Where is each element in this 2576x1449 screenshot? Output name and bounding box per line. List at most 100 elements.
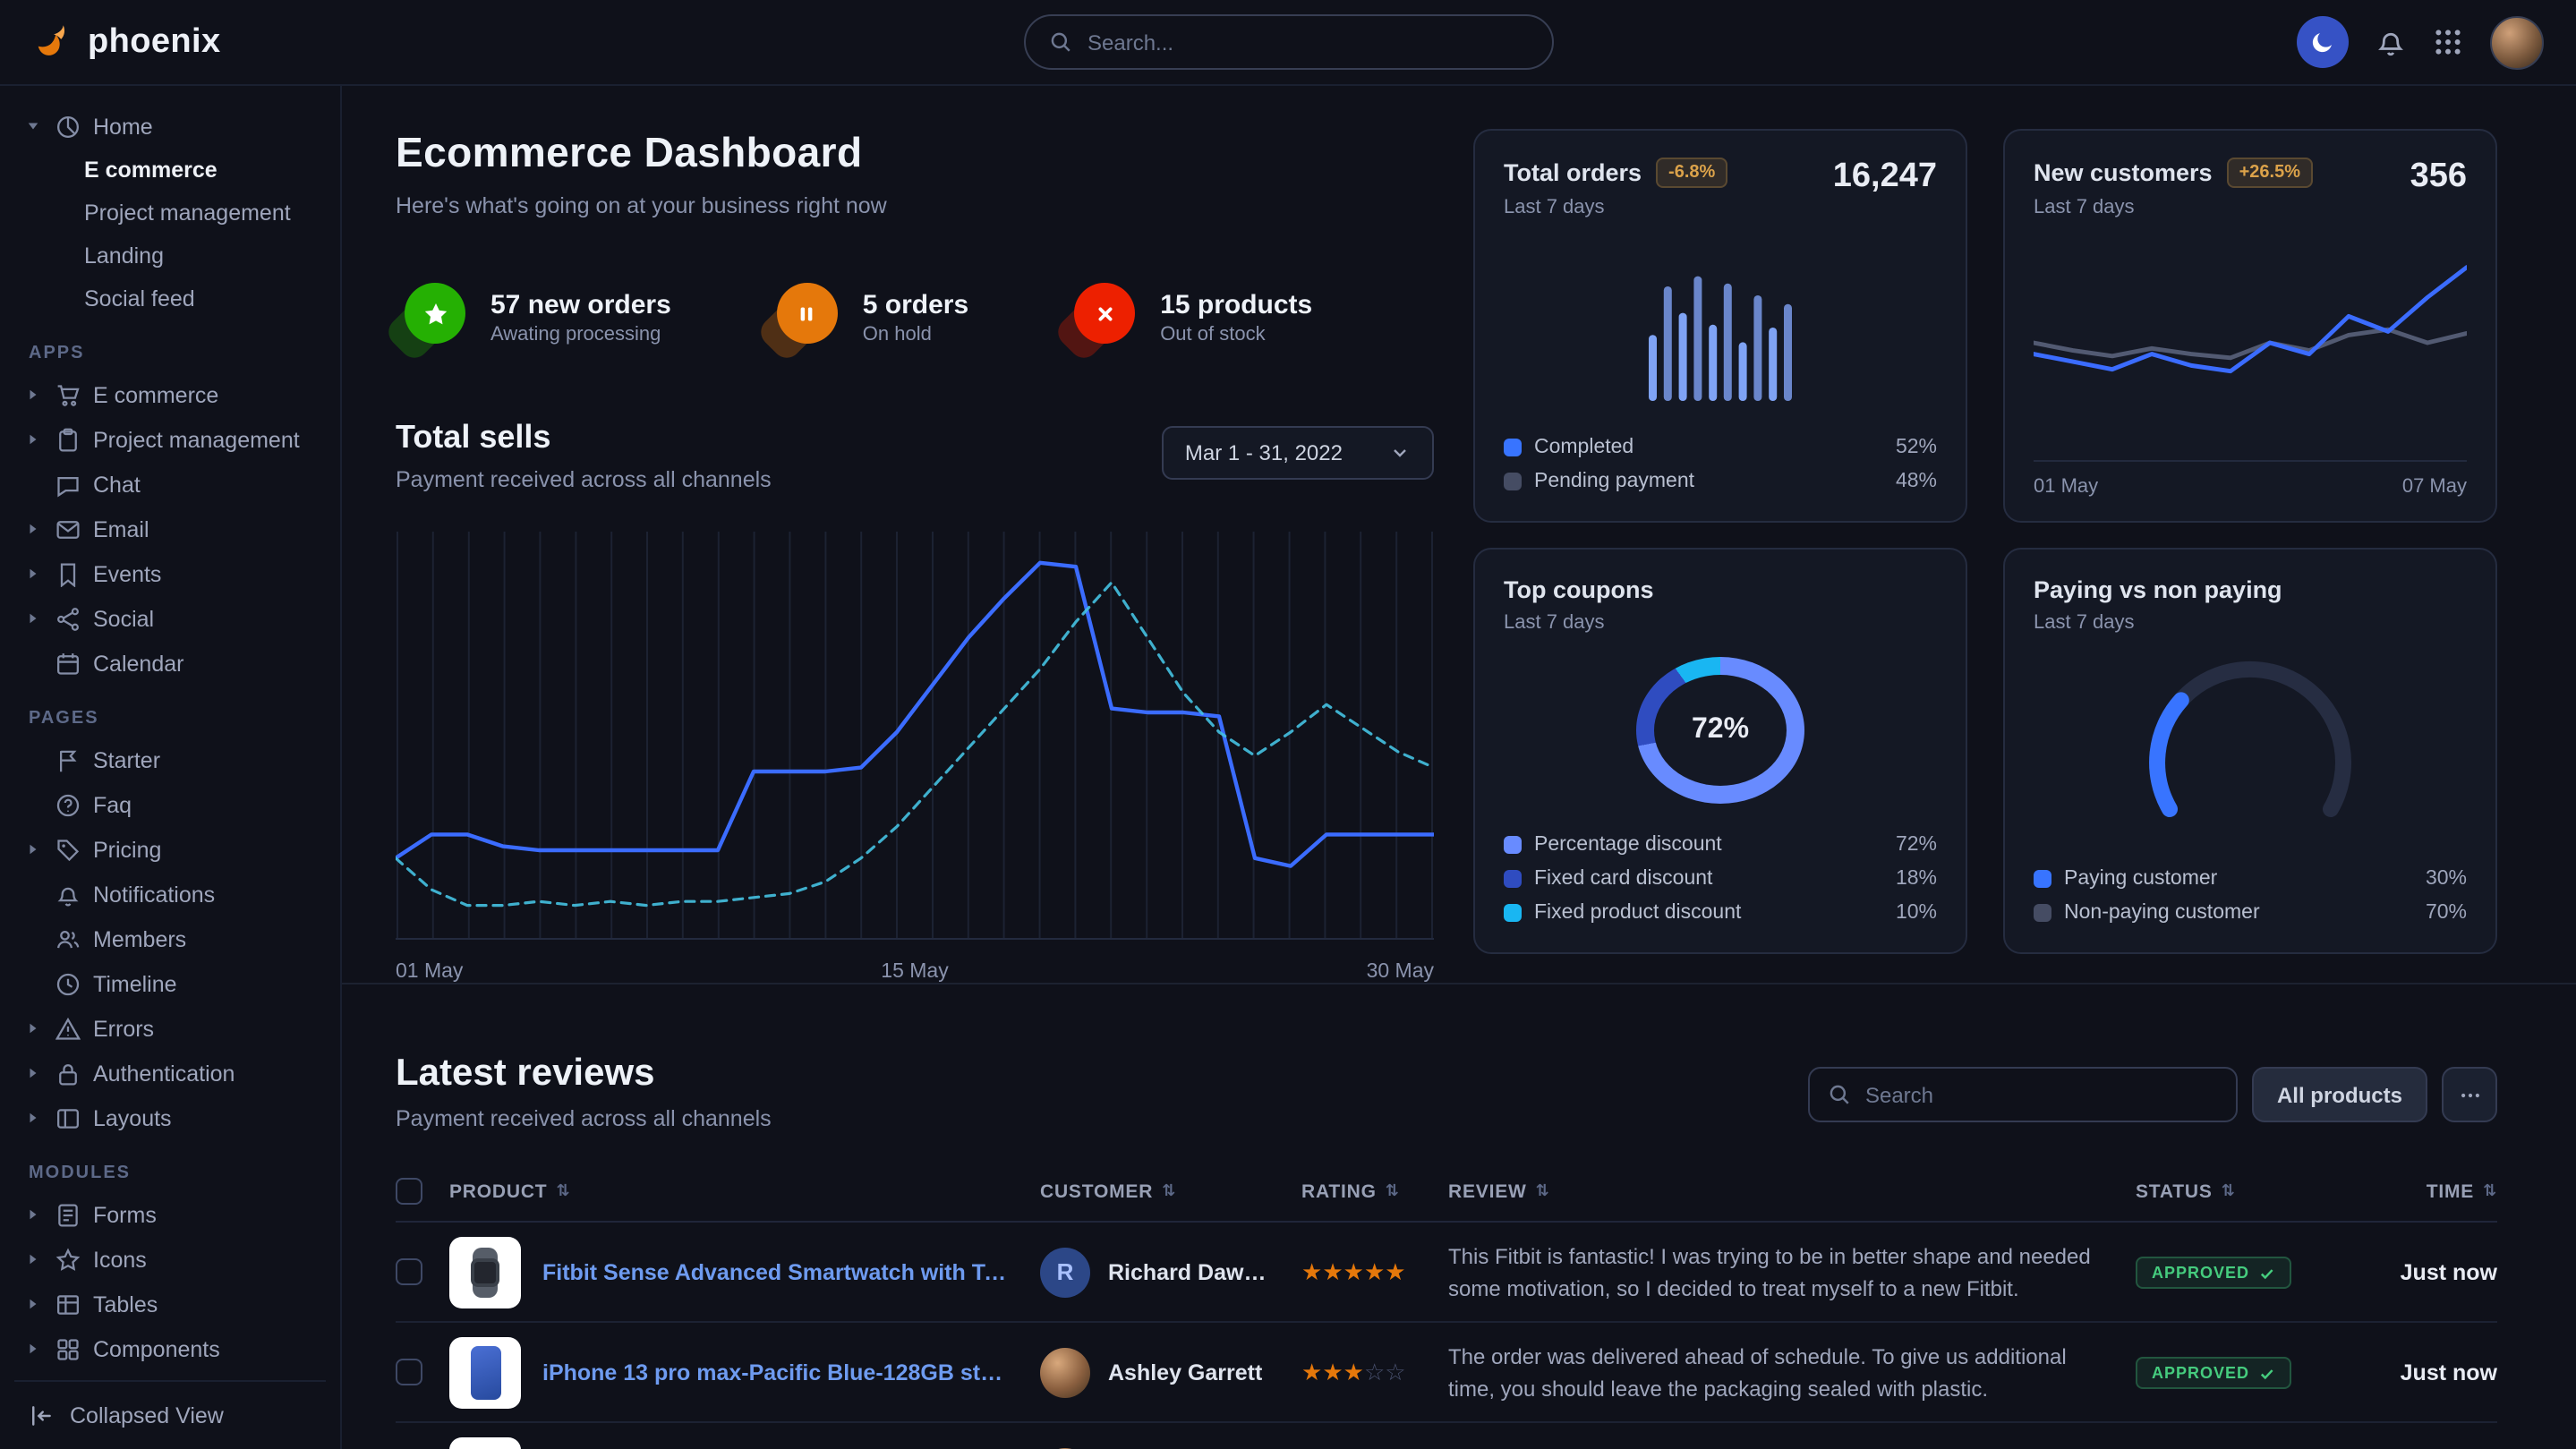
column-header-product[interactable]: PRODUCT⇅ xyxy=(449,1181,1040,1202)
sidebar-item-label: Members xyxy=(93,926,186,951)
notifications-bell-icon[interactable] xyxy=(2376,27,2406,57)
sidebar-item-label: Layouts xyxy=(93,1105,172,1130)
sidebar-item-calendar[interactable]: Calendar xyxy=(14,641,326,686)
sidebar-item-label: Tables xyxy=(93,1291,158,1317)
top-navbar: phoenix xyxy=(0,0,2576,86)
chevron-down-icon xyxy=(1389,442,1411,464)
stat-caption: Awating processing xyxy=(490,323,671,345)
sidebar-item-label: Chat xyxy=(93,472,141,497)
sidebar-item-timeline[interactable]: Timeline xyxy=(14,961,326,1006)
theme-toggle-button[interactable] xyxy=(2297,16,2349,68)
sidebar-item-tables[interactable]: Tables xyxy=(14,1282,326,1326)
collapse-view-toggle[interactable]: Collapsed View xyxy=(14,1379,326,1449)
sidebar-item-starter[interactable]: Starter xyxy=(14,737,326,782)
sidebar-item-email[interactable]: Email xyxy=(14,507,326,551)
row-checkbox[interactable] xyxy=(396,1359,422,1385)
new-customers-chart xyxy=(2034,236,2467,449)
caret-right-icon xyxy=(27,843,43,856)
legend-label: Percentage discount xyxy=(1534,833,1722,855)
sidebar-item-faq[interactable]: Faq xyxy=(14,782,326,827)
row-checkbox[interactable] xyxy=(396,1258,422,1285)
legend-value: 72% xyxy=(1896,833,1937,855)
date-range-select[interactable]: Mar 1 - 31, 2022 xyxy=(1162,426,1434,480)
card-period: Last 7 days xyxy=(2034,197,2313,218)
sidebar-item-members[interactable]: Members xyxy=(14,916,326,961)
sidebar-item-events[interactable]: Events xyxy=(14,551,326,596)
sort-icon: ⇅ xyxy=(2222,1181,2236,1201)
sidebar-item-home[interactable]: Home xyxy=(14,104,326,149)
change-badge: -6.8% xyxy=(1656,158,1727,188)
select-all-checkbox[interactable] xyxy=(396,1178,422,1205)
sidebar-item-notifications[interactable]: Notifications xyxy=(14,872,326,916)
sidebar-item-chat[interactable]: Chat xyxy=(14,462,326,507)
legend-item-completed: Completed52% xyxy=(1504,430,1937,464)
sidebar-item-components[interactable]: Components xyxy=(14,1326,326,1371)
caret-down-icon xyxy=(27,120,43,132)
column-header-rating[interactable]: RATING⇅ xyxy=(1301,1181,1448,1202)
card-title: New customers xyxy=(2034,159,2213,186)
sidebar-item-label: Timeline xyxy=(93,971,177,996)
x-badge-icon xyxy=(1065,283,1137,351)
review-text: This Fitbit is fantastic! I was trying t… xyxy=(1448,1240,2136,1304)
axis-label: 01 May xyxy=(2034,476,2098,498)
sidebar-item-authentication[interactable]: Authentication xyxy=(14,1051,326,1095)
stat-value: 57 new orders xyxy=(490,289,671,320)
all-products-button[interactable]: All products xyxy=(2252,1067,2427,1122)
sidebar-group-label-pages: PAGES xyxy=(29,709,311,729)
app-root: phoenix HomeE commerceProject management… xyxy=(0,0,2576,1449)
search-icon xyxy=(1828,1083,1851,1106)
column-label: CUSTOMER xyxy=(1040,1181,1153,1202)
reviews-search-input[interactable] xyxy=(1865,1082,2218,1107)
bar-chart-area xyxy=(1504,218,1937,430)
sidebar-group-label-modules: MODULES xyxy=(29,1163,311,1183)
legend-item-paying-customer: Paying customer30% xyxy=(2034,861,2467,895)
coupons-legend: Percentage discount72%Fixed card discoun… xyxy=(1504,827,1937,929)
column-header-status[interactable]: STATUS⇅ xyxy=(2136,1181,2350,1202)
global-search-input[interactable] xyxy=(1088,30,1528,55)
sidebar-item-pricing[interactable]: Pricing xyxy=(14,827,326,872)
column-label: REVIEW xyxy=(1448,1181,1527,1202)
date-range-value: Mar 1 - 31, 2022 xyxy=(1185,440,1343,465)
brand[interactable]: phoenix xyxy=(32,21,221,63)
apps-grid-icon[interactable] xyxy=(2433,27,2463,57)
sidebar-item-e-commerce[interactable]: E commerce xyxy=(14,372,326,417)
change-badge: +26.5% xyxy=(2227,158,2313,188)
card-value: 16,247 xyxy=(1833,158,1937,197)
top-coupons-card: Top coupons Last 7 days 72% Percentage d… xyxy=(1473,548,1967,954)
sidebar-item-social[interactable]: Social xyxy=(14,596,326,641)
sidebar-item-label: Icons xyxy=(93,1247,147,1272)
bookmark-icon xyxy=(55,561,81,586)
card-title: Total orders xyxy=(1504,159,1642,186)
star-icon: ★ xyxy=(1385,1257,1405,1284)
total-orders-legend: Completed52%Pending payment48% xyxy=(1504,430,1937,498)
reviews-search[interactable] xyxy=(1808,1067,2238,1122)
stat-value: 15 products xyxy=(1160,289,1312,320)
legend-swatch xyxy=(1504,835,1522,853)
user-avatar[interactable] xyxy=(2490,15,2544,69)
axis-label: 15 May xyxy=(881,961,948,983)
column-header-customer[interactable]: CUSTOMER⇅ xyxy=(1040,1181,1301,1202)
column-header-time[interactable]: TIME⇅ xyxy=(2350,1181,2497,1202)
sidebar-item-social-feed[interactable]: Social feed xyxy=(14,277,326,320)
reviews-header: Latest reviews Payment received across a… xyxy=(396,1053,2497,1131)
sidebar-item-project-management[interactable]: Project management xyxy=(14,192,326,234)
sidebar-item-errors[interactable]: Errors xyxy=(14,1006,326,1051)
customer-avatar xyxy=(1040,1347,1090,1397)
legend-value: 18% xyxy=(1896,867,1937,889)
customer-name: Ashley Garrett xyxy=(1108,1360,1262,1385)
sidebar-item-layouts[interactable]: Layouts xyxy=(14,1095,326,1140)
caret-right-icon xyxy=(27,1253,43,1266)
column-header-review[interactable]: REVIEW⇅ xyxy=(1448,1181,2136,1202)
product-link[interactable]: Fitbit Sense Advanced Smartwatch with To… xyxy=(542,1259,1015,1284)
product-link[interactable]: iPhone 13 pro max-Pacific Blue-128GB sto… xyxy=(542,1360,1015,1385)
sidebar-item-forms[interactable]: Forms xyxy=(14,1192,326,1237)
sidebar-item-landing[interactable]: Landing xyxy=(14,234,326,277)
star-icon: ★ xyxy=(1301,1257,1322,1284)
more-options-button[interactable] xyxy=(2442,1067,2497,1122)
global-search[interactable] xyxy=(1023,14,1553,70)
sidebar-item-label: Home xyxy=(93,114,153,139)
sidebar-item-project-management[interactable]: Project management xyxy=(14,417,326,462)
legend-value: 52% xyxy=(1896,436,1937,457)
sidebar-item-icons[interactable]: Icons xyxy=(14,1237,326,1282)
sidebar-item-e-commerce[interactable]: E commerce xyxy=(14,149,326,192)
